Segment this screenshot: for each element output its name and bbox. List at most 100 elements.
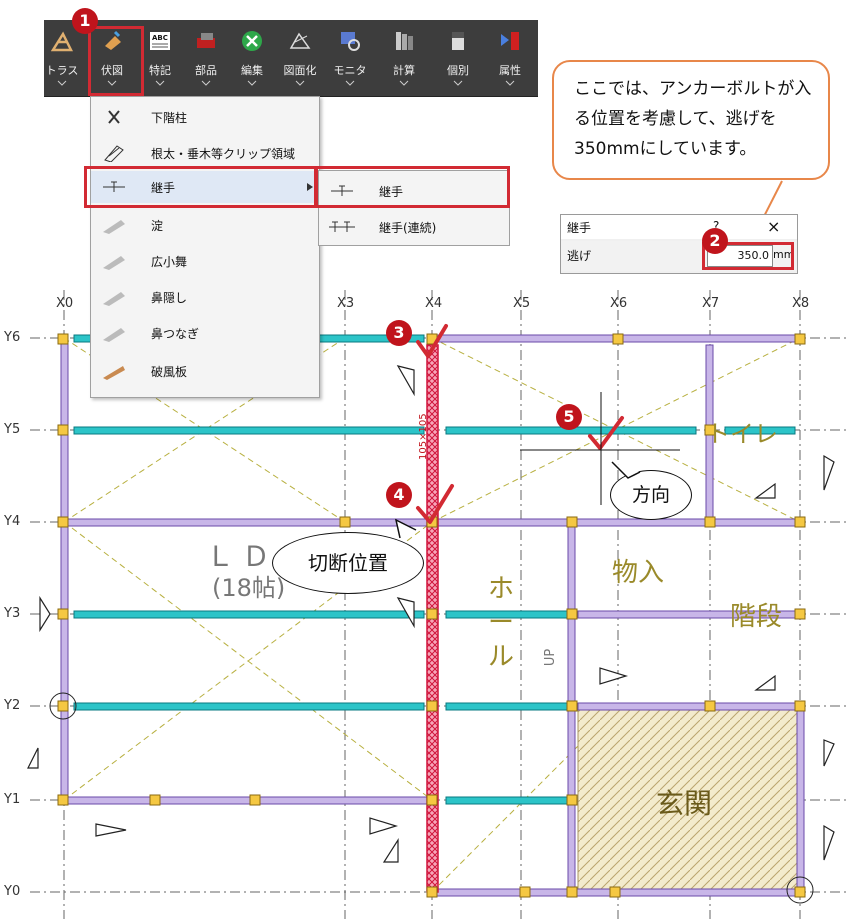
cut-position-bubble: 切断位置: [272, 532, 424, 594]
direction-text: 方向: [631, 484, 670, 506]
dialog-titlebar: 継手 ? ×: [561, 215, 797, 239]
toolbar-btn-monitor[interactable]: モニタ: [330, 24, 370, 90]
menu-item-hanakakushi[interactable]: 鼻隠し: [91, 281, 319, 313]
joint-continuous-icon: [329, 221, 355, 232]
y-axis-y5: Y5: [4, 422, 21, 437]
room-up: UP: [543, 648, 559, 667]
x-axis-x8: X8: [792, 296, 810, 311]
step-badge-1: 1: [72, 8, 98, 34]
step-badge-5: 5: [556, 404, 582, 430]
menu-item-label: 継手(連続): [379, 221, 437, 235]
toolbar-btn-parts[interactable]: 部品: [186, 24, 226, 90]
fascia-icon: [103, 292, 125, 306]
room-stairs: 階段: [730, 602, 783, 632]
y-axis-y3: Y3: [4, 606, 21, 621]
toolbar-label: 部品: [195, 64, 217, 77]
toolbar-label: 編集: [241, 64, 263, 77]
dialog-title: 継手: [567, 221, 592, 235]
chevron-down-icon: [345, 80, 355, 86]
submenu-item-joint-continuous[interactable]: 継手(連続): [319, 211, 509, 243]
edit-tools-icon: [242, 31, 262, 51]
toolbar-label: モニタ: [333, 64, 367, 77]
toolbar-label: 属性: [499, 64, 521, 77]
toolbar-btn-individual[interactable]: 個別: [438, 24, 478, 90]
drawing-icon: [289, 32, 311, 49]
x-axis-x5: X5: [513, 296, 531, 311]
room-entrance: 玄関: [656, 787, 713, 820]
room-toilet: トイレ: [706, 420, 778, 448]
calc-icon: [396, 32, 413, 50]
menu-item-label: 淀: [151, 219, 164, 233]
y-axis-y2: Y2: [4, 698, 21, 713]
menu-item-hafuita[interactable]: 破風板: [91, 355, 319, 387]
toolbar-label: 図面化: [283, 64, 317, 77]
abc-note-icon: ABC: [150, 32, 170, 50]
toolbar-btn-truss[interactable]: トラス: [42, 24, 82, 90]
toolbar-btn-attribute[interactable]: 属性: [490, 24, 530, 90]
menu-item-label: 根太・垂木等クリップ領域: [151, 147, 296, 161]
menu-item-label: 広小舞: [151, 255, 188, 269]
room-ldk-size: (18帖): [212, 574, 286, 602]
x-axis-x4: X4: [425, 296, 443, 311]
chevron-down-icon: [201, 80, 211, 86]
menu-item-label: 鼻つなぎ: [151, 327, 200, 341]
fascia-icon: [103, 256, 125, 270]
close-x-icon: [108, 110, 120, 124]
chevron-down-icon: [155, 80, 165, 86]
y-axis-y0: Y0: [4, 884, 21, 899]
individual-icon: [452, 32, 464, 50]
chevron-down-icon: [295, 80, 305, 86]
menu-item-yodo[interactable]: 淀: [91, 209, 319, 241]
chevron-down-icon: [57, 80, 67, 86]
toolbar-label: 計算: [393, 64, 415, 77]
fascia-icon: [103, 328, 125, 342]
y-axis-y6: Y6: [4, 330, 21, 345]
note-text: ここでは、アンカーボルトが入る位置を考慮して、逃げを350mmにしています。: [574, 79, 812, 159]
fascia-icon: [103, 220, 125, 234]
chevron-down-icon: [399, 80, 409, 86]
toolbar-btn-special-note[interactable]: ABC 特記: [140, 24, 180, 90]
menu-item-hanatsunagi[interactable]: 鼻つなぎ: [91, 317, 319, 349]
truss-icon: [51, 31, 73, 52]
x-axis-x6: X6: [610, 296, 628, 311]
monitor-icon: [341, 32, 360, 51]
note-callout: ここでは、アンカーボルトが入る位置を考慮して、逃げを350mmにしています。: [552, 60, 830, 180]
menu-joint-highlight: [84, 166, 318, 208]
submenu-joint-highlight: [314, 166, 510, 208]
chevron-down-icon: [453, 80, 463, 86]
chevron-down-icon: [247, 80, 257, 86]
x-axis-x7: X7: [702, 296, 720, 311]
menu-item-lower-column[interactable]: 下階柱: [91, 101, 319, 133]
x-axis-x0: X0: [56, 296, 74, 311]
menu-item-hirokomai[interactable]: 広小舞: [91, 245, 319, 277]
clip-region-icon: [104, 145, 124, 162]
svg-text:ABC: ABC: [152, 34, 168, 42]
x-axis-x3: X3: [337, 296, 355, 311]
barge-board-icon: [103, 366, 125, 380]
toolbar-label: トラス: [45, 64, 79, 77]
close-button[interactable]: ×: [767, 217, 780, 236]
step-badge-3: 3: [386, 320, 412, 346]
toolbar-btn-calc[interactable]: 計算: [384, 24, 424, 90]
chevron-down-icon: [505, 80, 515, 86]
toolbar-selected-highlight: [88, 26, 144, 96]
member-dimension: 105×105: [418, 413, 429, 460]
framing-plan-menu: 下階柱 根太・垂木等クリップ領域 継手 淀 広小舞 鼻隠し 鼻つなぎ 破風板: [90, 96, 320, 398]
menu-item-clip-region[interactable]: 根太・垂木等クリップ領域: [91, 137, 319, 169]
cut-position-text: 切断位置: [308, 551, 388, 575]
menu-item-label: 破風板: [151, 365, 188, 379]
menu-item-label: 鼻隠し: [151, 291, 188, 305]
parts-icon: [197, 33, 215, 48]
room-storage: 物入: [612, 558, 665, 588]
room-hall: ホール: [488, 574, 515, 672]
toolbar-btn-drawing[interactable]: 図面化: [280, 24, 320, 90]
menu-item-label: 下階柱: [151, 111, 188, 125]
toolbar-btn-edit[interactable]: 編集: [232, 24, 272, 90]
toolbar-label: 個別: [447, 64, 469, 77]
clearance-label: 逃げ: [567, 249, 592, 263]
y-axis-y1: Y1: [4, 792, 21, 807]
y-axis-y4: Y4: [4, 514, 21, 529]
check-marks: [416, 324, 624, 524]
direction-bubble: 方向: [610, 470, 692, 520]
attribute-icon: [501, 32, 519, 50]
